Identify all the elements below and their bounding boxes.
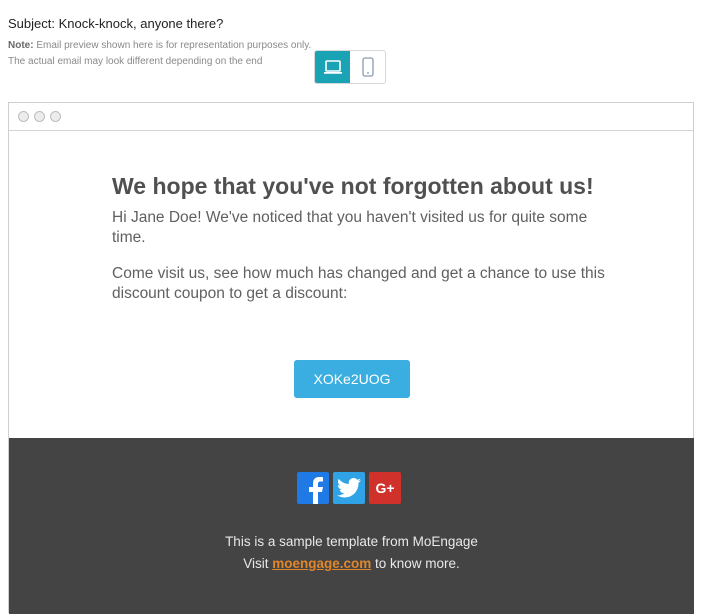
footer-line2: Visit moengage.com to know more.: [9, 553, 694, 575]
coupon-button[interactable]: XOKe2UOG: [294, 360, 410, 398]
footer-after-link: to know more.: [371, 556, 460, 571]
social-links: G+: [297, 472, 401, 504]
coupon-wrap: XOKe2UOG: [294, 360, 410, 398]
twitter-icon: [337, 478, 361, 498]
moengage-link[interactable]: moengage.com: [272, 556, 371, 571]
google-plus-link[interactable]: G+: [369, 472, 401, 504]
email-headline: We hope that you've not forgotten about …: [112, 173, 594, 199]
note-line2: The actual email may look different depe…: [8, 56, 263, 67]
email-footer: G+ This is a sample template from MoEnga…: [9, 438, 694, 614]
footer-line1: This is a sample template from MoEngage: [225, 534, 478, 549]
laptop-icon: [323, 60, 342, 74]
email-offer-text: Come visit us, see how much has changed …: [112, 265, 605, 302]
email-content: We hope that you've not forgotten about …: [9, 131, 612, 304]
twitter-link[interactable]: [333, 472, 365, 504]
note-label: Note:: [8, 40, 34, 51]
google-plus-icon: G+: [375, 480, 395, 496]
facebook-link[interactable]: [297, 472, 329, 504]
desktop-view-button[interactable]: [315, 51, 350, 83]
mobile-view-button[interactable]: [350, 51, 385, 83]
window-titlebar: [9, 103, 693, 131]
email-subject: Subject: Knock-knock, anyone there?: [8, 16, 224, 31]
facebook-icon: [309, 477, 323, 504]
window-dot-2: [34, 111, 45, 122]
email-body: We hope that you've not forgotten about …: [9, 131, 694, 614]
footer-visit: Visit: [243, 556, 273, 571]
email-preview-window: We hope that you've not forgotten about …: [8, 102, 694, 614]
preview-note: Note: Email preview shown here is for re…: [8, 38, 311, 70]
mobile-icon: [361, 57, 374, 77]
window-dot-3: [50, 111, 61, 122]
footer-text: This is a sample template from MoEngage …: [9, 531, 694, 575]
device-view-toggle: [314, 50, 386, 84]
note-line1: Email preview shown here is for represen…: [33, 40, 312, 51]
email-greeting: Hi Jane Doe! We've noticed that you have…: [112, 209, 588, 246]
window-dot-1: [18, 111, 29, 122]
